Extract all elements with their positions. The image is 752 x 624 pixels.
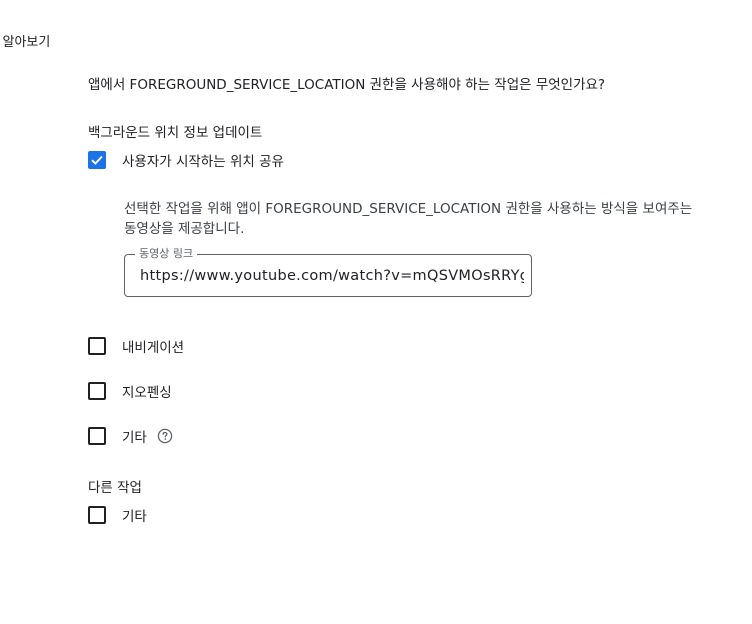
checkbox-geofencing[interactable] <box>88 382 106 400</box>
checkbox-user-location-sharing[interactable] <box>88 151 106 169</box>
checkbox-row-other[interactable]: 기타 <box>88 427 173 446</box>
video-description: 선택한 작업을 위해 앱이 FOREGROUND_SERVICE_LOCATIO… <box>124 201 693 237</box>
checkbox-label: 사용자가 시작하는 위치 공유 <box>122 154 284 170</box>
check-icon <box>91 155 103 165</box>
video-link-input[interactable] <box>140 255 524 296</box>
section-title-other-tasks: 다른 작업 <box>88 480 142 496</box>
video-link-field[interactable]: 동영상 링크 <box>124 247 532 297</box>
learn-more-link[interactable]: | 알아보기 <box>0 31 50 50</box>
checkbox-label: 내비게이션 <box>122 340 185 356</box>
checkbox-label: 지오펜싱 <box>122 385 172 401</box>
checkbox-label: 기타 <box>122 509 147 525</box>
checkbox-navigation[interactable] <box>88 337 106 355</box>
question-heading: 앱에서 FOREGROUND_SERVICE_LOCATION 권한을 사용해야… <box>88 77 606 93</box>
checkbox-label: 기타 <box>122 430 147 446</box>
checkbox-row-geofencing[interactable]: 지오펜싱 <box>88 382 172 401</box>
section-title-background-location: 백그라운드 위치 정보 업데이트 <box>88 125 263 141</box>
help-circle-icon[interactable] <box>157 428 173 444</box>
checkbox-row-user-location-sharing[interactable]: 사용자가 시작하는 위치 공유 <box>88 151 284 170</box>
checkbox-row-other-task[interactable]: 기타 <box>88 506 147 525</box>
checkbox-other-task[interactable] <box>88 506 106 524</box>
checkbox-row-navigation[interactable]: 내비게이션 <box>88 337 185 356</box>
checkbox-other[interactable] <box>88 427 106 445</box>
